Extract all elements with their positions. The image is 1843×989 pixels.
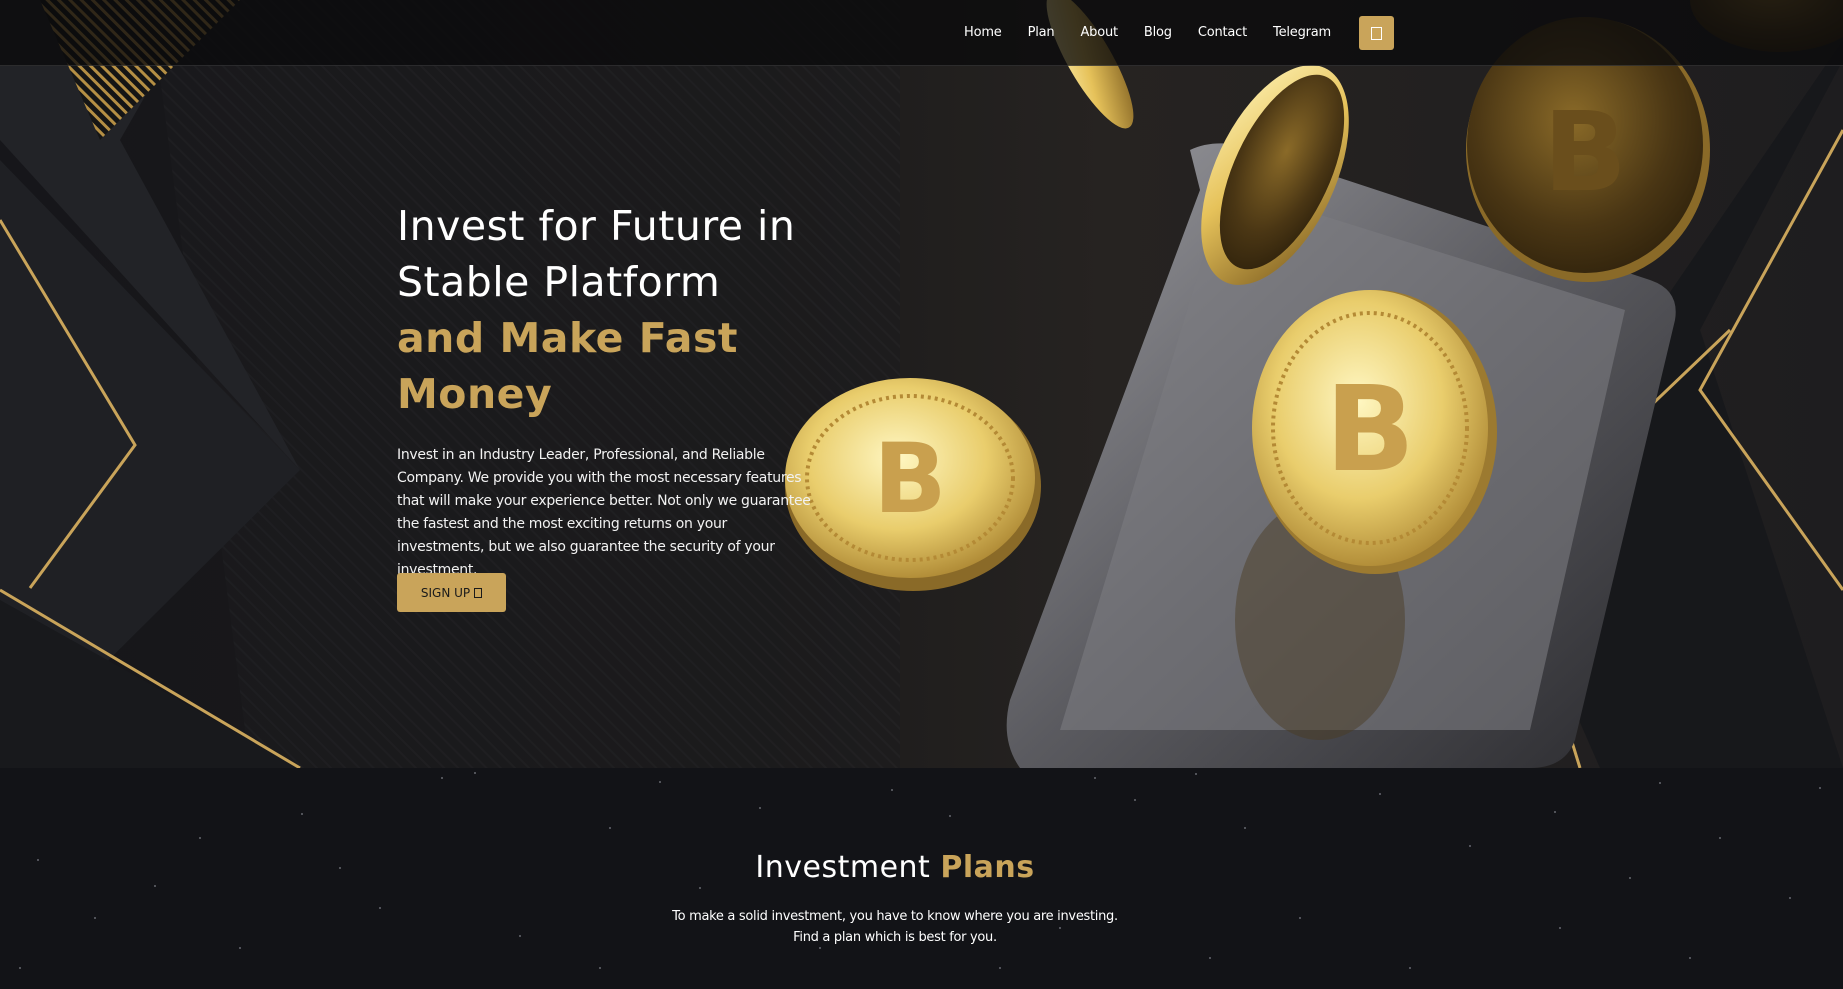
nav-link-blog[interactable]: Blog xyxy=(1144,25,1172,40)
plans-heading-main: Investment xyxy=(755,850,931,885)
nav-menu-button[interactable] xyxy=(1359,16,1394,50)
nav-link-about[interactable]: About xyxy=(1080,25,1118,40)
hero-title-accent-line-2: Money xyxy=(397,370,553,418)
svg-text:B: B xyxy=(1543,88,1627,216)
hero-text: Invest for Future in Stable Platform and… xyxy=(397,198,817,612)
nav-links: Home Plan About Blog Contact Telegram xyxy=(964,0,1331,65)
svg-text:B: B xyxy=(873,423,946,535)
arrow-icon xyxy=(474,587,483,598)
navbar: Home Plan About Blog Contact Telegram xyxy=(0,0,1843,66)
hero-section: B B B Home Plan About Blog Contact Teleg… xyxy=(0,0,1843,768)
plans-heading-accent: Plans xyxy=(940,850,1035,885)
hero-title-line-2: Stable Platform xyxy=(397,258,721,306)
hero-description: Invest in an Industry Leader, Profession… xyxy=(397,447,811,578)
nav-link-plan[interactable]: Plan xyxy=(1028,25,1055,40)
hero-title-line-1: Invest for Future in xyxy=(397,202,796,250)
nav-link-contact[interactable]: Contact xyxy=(1198,25,1247,40)
nav-link-telegram[interactable]: Telegram xyxy=(1273,25,1331,40)
bitcoin-coin-center: B xyxy=(1252,290,1497,574)
bitcoin-coin-left: B xyxy=(785,378,1041,591)
plans-heading: Investment Plans xyxy=(0,850,1790,885)
plans-subtitle: To make a solid investment, you have to … xyxy=(672,909,1118,945)
menu-icon xyxy=(1371,26,1382,40)
signup-button[interactable]: SIGN UP xyxy=(397,573,506,612)
hero-background-art: B B B xyxy=(0,0,1843,768)
hero-title-accent-line-1: and Make Fast xyxy=(397,314,738,362)
nav-link-home[interactable]: Home xyxy=(964,25,1002,40)
investment-plans-section: Investment Plans To make a solid investm… xyxy=(0,768,1843,989)
svg-text:B: B xyxy=(1325,360,1415,498)
signup-button-label: SIGN UP xyxy=(420,585,471,600)
